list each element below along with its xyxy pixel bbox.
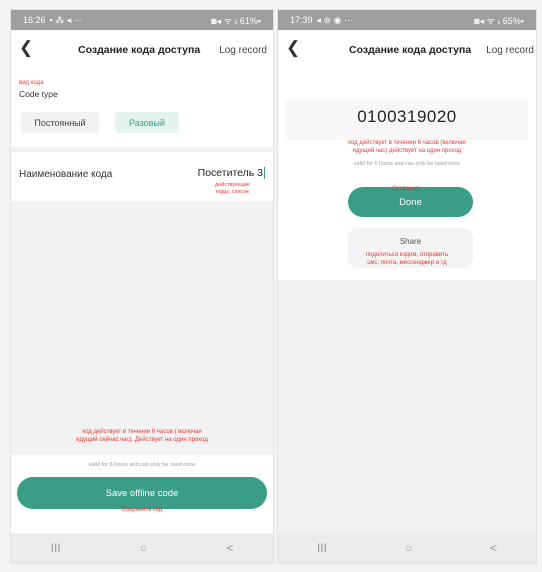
share-label: Share bbox=[399, 237, 422, 246]
annotation-code: код действует в течении 6 часов (включая… bbox=[278, 140, 536, 155]
access-code: 0100319020 bbox=[357, 107, 457, 126]
annotation-active-codes: действующие коды, список bbox=[215, 182, 250, 196]
status-icons-right: ◙◂ ᯤ ᵢₗ 61%▪ bbox=[211, 15, 261, 26]
code-type-label: Code type bbox=[19, 89, 58, 99]
annotation-code-type: вид кода bbox=[19, 80, 44, 86]
back-nav-icon[interactable]: < bbox=[226, 541, 233, 555]
annotation-line: идущий сейчас час). Действует на один пр… bbox=[76, 436, 208, 443]
annotation-done: Сохранить bbox=[392, 186, 422, 192]
annotation-line: код действует в течении 6 часов ( включа… bbox=[82, 429, 202, 435]
code-result-panel: 0100319020 код действует в течении 6 час… bbox=[278, 70, 536, 280]
option-one-time[interactable]: Разовый bbox=[115, 112, 179, 133]
save-offline-code-button[interactable]: Save offline code bbox=[17, 477, 267, 509]
status-bar: 17:39 ◂ ⊚ ◉ ··· ◙◂ ᯤ ᵢₗ 65%▪ bbox=[278, 10, 536, 30]
code-name-label: Наименование кода bbox=[19, 169, 113, 180]
annotation-line: смс, почта, мессенджер и тд bbox=[367, 259, 447, 266]
empty-body bbox=[11, 201, 273, 455]
annotation-line: действующие bbox=[215, 182, 250, 188]
annotation-line: идущий час) действует на один проход bbox=[352, 147, 462, 154]
annotation-validity: код действует в течении 6 часов ( включа… bbox=[11, 429, 273, 444]
status-icons-right: ◙◂ ᯤ ᵢₗ 65%▪ bbox=[474, 15, 524, 26]
home-icon[interactable]: ○ bbox=[140, 541, 147, 555]
status-icons-left: ◂ ⊚ ◉ ··· bbox=[316, 14, 353, 25]
log-record-link[interactable]: Log record bbox=[219, 45, 267, 56]
phone-screen-code-result: 17:39 ◂ ⊚ ◉ ··· ◙◂ ᯤ ᵢₗ 65%▪ ❮ Создание … bbox=[277, 9, 537, 564]
valid-note: valid for 6 hours and can only be used o… bbox=[353, 161, 461, 167]
bottom-panel: valid for 6 hours and can only be used o… bbox=[11, 455, 273, 533]
status-time: 16:26 bbox=[23, 15, 46, 25]
system-nav-bar: III ○ < bbox=[278, 533, 536, 563]
annotation-line: коды, список bbox=[216, 189, 249, 195]
status-icons-left: ▪ ⁂ ◂ ··· bbox=[49, 14, 83, 25]
annotation-line: поделиться кодом, отправить bbox=[365, 252, 449, 258]
code-name-input[interactable]: Посетитель 3 bbox=[198, 167, 265, 179]
system-nav-bar: III ○ < bbox=[11, 533, 273, 563]
page-title: Создание кода доступа bbox=[349, 44, 472, 56]
back-nav-icon[interactable]: < bbox=[490, 541, 497, 555]
home-icon[interactable]: ○ bbox=[405, 541, 412, 555]
phone-screen-create-code: 16:26 ▪ ⁂ ◂ ··· ◙◂ ᯤ ᵢₗ 61%▪ ❮ Создание … bbox=[10, 9, 274, 564]
header: ❮ Создание кода доступа Log record bbox=[278, 30, 536, 70]
page-title: Создание кода доступа bbox=[78, 44, 201, 56]
back-arrow-icon[interactable]: ❮ bbox=[19, 38, 33, 58]
status-bar: 16:26 ▪ ⁂ ◂ ··· ◙◂ ᯤ ᵢₗ 61%▪ bbox=[11, 10, 273, 30]
status-time: 17:39 bbox=[290, 15, 313, 25]
option-permanent[interactable]: Постоянный bbox=[21, 112, 99, 133]
recents-icon[interactable]: III bbox=[51, 541, 61, 555]
valid-note: valid for 6 hours and can only be used o… bbox=[88, 462, 196, 468]
back-arrow-icon[interactable]: ❮ bbox=[286, 38, 300, 58]
recents-icon[interactable]: III bbox=[317, 541, 327, 555]
header: ❮ Создание кода доступа Log record bbox=[11, 30, 273, 70]
annotation-share: поделиться кодом, отправить смс, почта, … bbox=[278, 252, 536, 267]
code-type-section: вид кода Code type Постоянный Разовый bbox=[11, 70, 273, 147]
log-record-link[interactable]: Log record bbox=[486, 45, 534, 56]
annotation-line: код действует в течении 6 часов (включая bbox=[348, 140, 466, 146]
annotation-save: Сохранить код bbox=[121, 507, 163, 513]
